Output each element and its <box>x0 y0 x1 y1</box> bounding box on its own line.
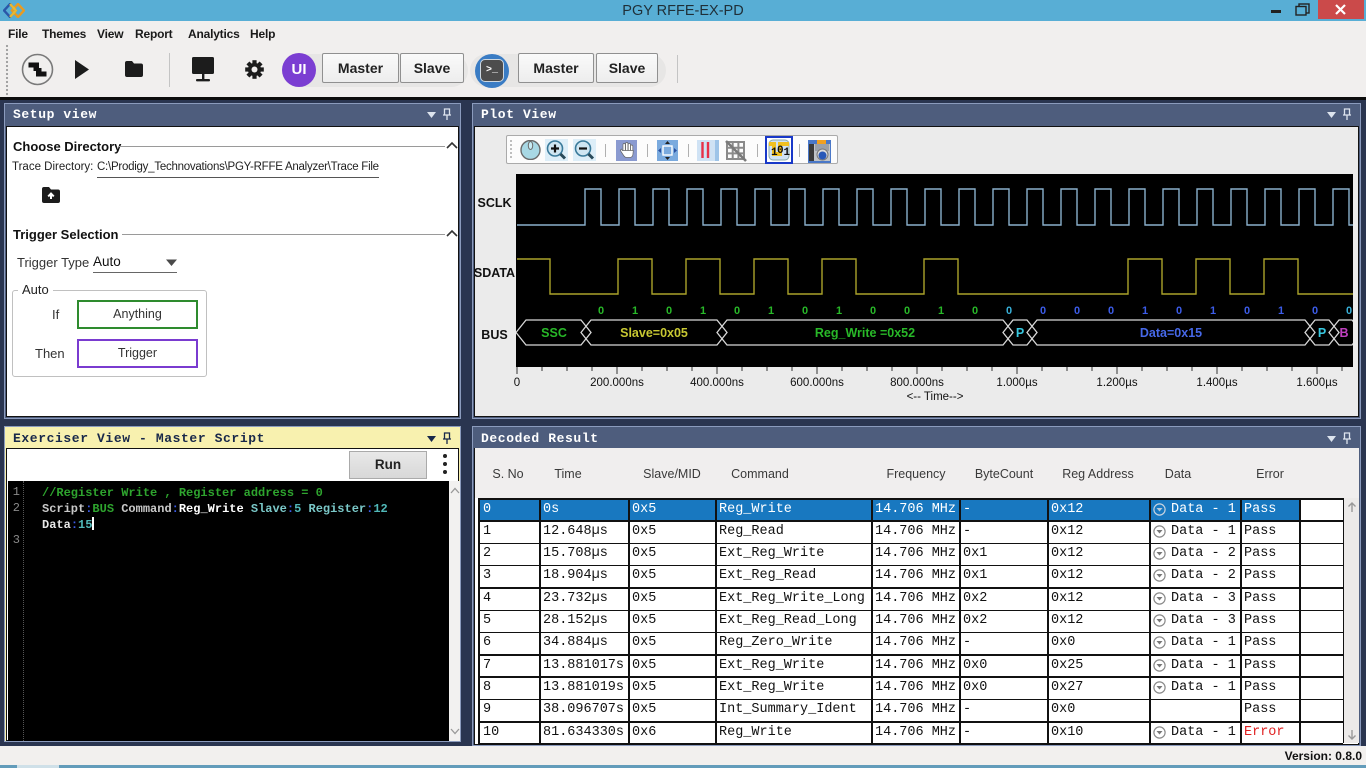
svg-text:1: 1 <box>1278 305 1284 317</box>
svg-text:1: 1 <box>768 305 774 317</box>
svg-text:Reg_Write =0x52: Reg_Write =0x52 <box>815 326 915 340</box>
svg-text:0: 0 <box>1108 305 1114 317</box>
svg-text:0: 0 <box>1074 305 1080 317</box>
svg-text:0: 0 <box>1346 305 1352 317</box>
svg-text:0: 0 <box>904 305 910 317</box>
svg-text:Data=0x15: Data=0x15 <box>1140 326 1202 340</box>
svg-text:1: 1 <box>836 305 842 317</box>
svg-text:0: 0 <box>802 305 808 317</box>
svg-text:SSC: SSC <box>541 326 567 340</box>
svg-text:0: 0 <box>734 305 740 317</box>
svg-text:0: 0 <box>1040 305 1046 317</box>
svg-text:0: 0 <box>972 305 978 317</box>
svg-text:1: 1 <box>1142 305 1148 317</box>
svg-text:1: 1 <box>938 305 944 317</box>
svg-text:1: 1 <box>700 305 706 317</box>
svg-text:1: 1 <box>1210 305 1216 317</box>
svg-text:P: P <box>1016 326 1024 340</box>
svg-text:Slave=0x05: Slave=0x05 <box>620 326 688 340</box>
svg-text:0: 0 <box>666 305 672 317</box>
svg-text:0: 0 <box>1006 305 1012 317</box>
svg-text:0: 0 <box>1244 305 1250 317</box>
svg-text:1: 1 <box>632 305 638 317</box>
svg-text:0: 0 <box>1176 305 1182 317</box>
svg-text:P: P <box>1318 326 1326 340</box>
svg-text:0: 0 <box>1312 305 1318 317</box>
svg-text:1: 1 <box>784 147 791 159</box>
svg-text:0: 0 <box>598 305 604 317</box>
svg-text:0: 0 <box>870 305 876 317</box>
svg-text:B: B <box>1339 326 1348 340</box>
